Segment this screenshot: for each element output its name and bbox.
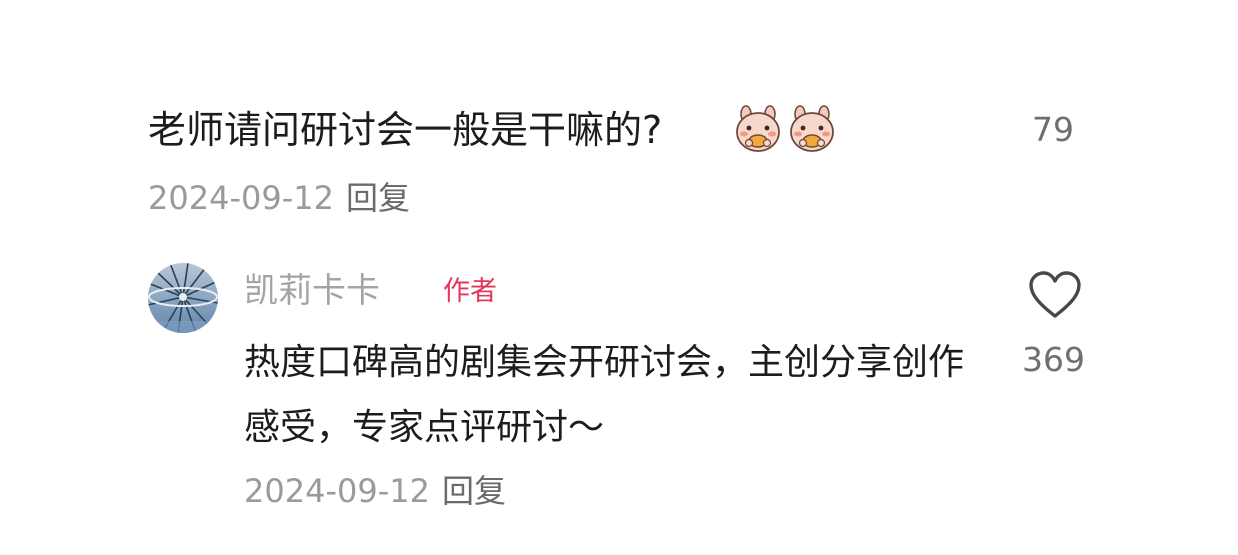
comment-text: 老师请问研讨会一般是干嘛的? [148, 108, 663, 152]
avatar[interactable] [148, 263, 218, 333]
reply-like-count[interactable]: 369 [1022, 338, 1085, 382]
reply-reply-button[interactable]: 回复 [442, 472, 506, 510]
author-badge: 作者 [443, 276, 497, 307]
reply-text: 热度口碑高的剧集会开研讨会，主创分享创作感受，专家点评研讨～ [244, 342, 965, 448]
comment-reply-button[interactable]: 回复 [346, 179, 410, 217]
heart-outline-icon[interactable] [1028, 270, 1082, 320]
reply-meta: 2024-09-12 回复 [244, 470, 506, 512]
bunny-eating-sticker-icon [736, 105, 780, 152]
comment-thread: 老师请问研讨会一般是干嘛的? 79 2024-09-12 回复 凯莉卡卡 作者 … [0, 0, 1238, 555]
reply-username[interactable]: 凯莉卡卡 [244, 268, 380, 314]
avatar-image [148, 263, 218, 333]
comment-date: 2024-09-12 [148, 179, 334, 217]
reply-date: 2024-09-12 [244, 472, 430, 510]
comment-like-count[interactable]: 79 [1032, 108, 1074, 152]
bunny-eating-sticker-icon [790, 105, 834, 152]
comment-meta: 2024-09-12 回复 [148, 177, 410, 219]
